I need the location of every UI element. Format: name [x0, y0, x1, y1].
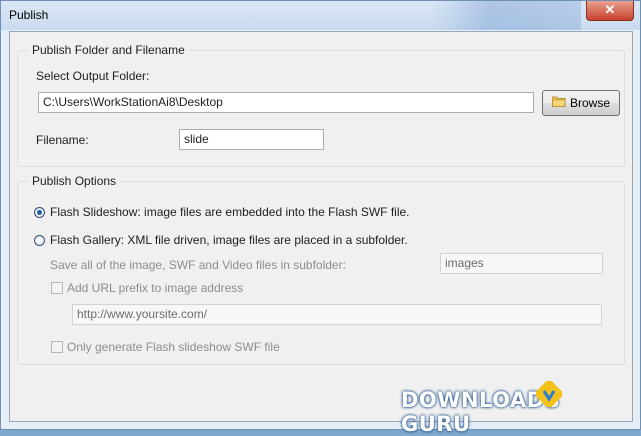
close-icon: ✕: [604, 2, 616, 17]
url-prefix-label: Add URL prefix to image address: [67, 281, 244, 295]
watermark-text: DOWNLOADSGURU: [401, 388, 561, 436]
filename-input[interactable]: slide: [179, 129, 324, 150]
radio-flash-gallery-label[interactable]: Flash Gallery: XML file driven, image fi…: [50, 233, 408, 247]
output-folder-input[interactable]: C:\Users\WorkStationAi8\Desktop: [38, 92, 534, 113]
options-group-legend: Publish Options: [28, 174, 121, 188]
window-title: Publish: [9, 8, 49, 22]
title-bar-background: [431, 1, 581, 30]
radio-flash-slideshow-label[interactable]: Flash Slideshow: image files are embedde…: [50, 205, 410, 219]
subfolder-label: Save all of the image, SWF and Video fil…: [50, 258, 346, 272]
title-bar[interactable]: Publish ✕: [1, 1, 640, 30]
only-swf-label: Only generate Flash slideshow SWF file: [67, 340, 280, 354]
folder-group-legend: Publish Folder and Filename: [28, 43, 189, 57]
filename-label: Filename:: [36, 133, 89, 147]
options-group: Publish Options Flash Slideshow: image f…: [17, 174, 625, 365]
browse-button[interactable]: Browse: [542, 90, 620, 116]
folder-group: Publish Folder and Filename Select Outpu…: [17, 43, 625, 167]
browse-button-label: Browse: [570, 96, 611, 110]
close-button[interactable]: ✕: [586, 1, 634, 21]
folder-icon: [552, 96, 566, 107]
dialog-content: Publish Folder and Filename Select Outpu…: [9, 31, 633, 422]
select-folder-label: Select Output Folder:: [36, 69, 150, 83]
watermark: DOWNLOADSGURU: [389, 375, 639, 436]
publish-dialog: Publish ✕ Publish Folder and Filename Se…: [0, 0, 641, 436]
url-prefix-checkbox[interactable]: [51, 282, 63, 294]
url-prefix-input[interactable]: http://www.yoursite.com/: [72, 304, 602, 325]
radio-flash-gallery[interactable]: [34, 235, 45, 246]
watermark-logo: [536, 381, 562, 407]
radio-flash-slideshow[interactable]: [34, 207, 45, 218]
only-swf-checkbox[interactable]: [51, 341, 63, 353]
subfolder-input[interactable]: images: [440, 253, 603, 274]
